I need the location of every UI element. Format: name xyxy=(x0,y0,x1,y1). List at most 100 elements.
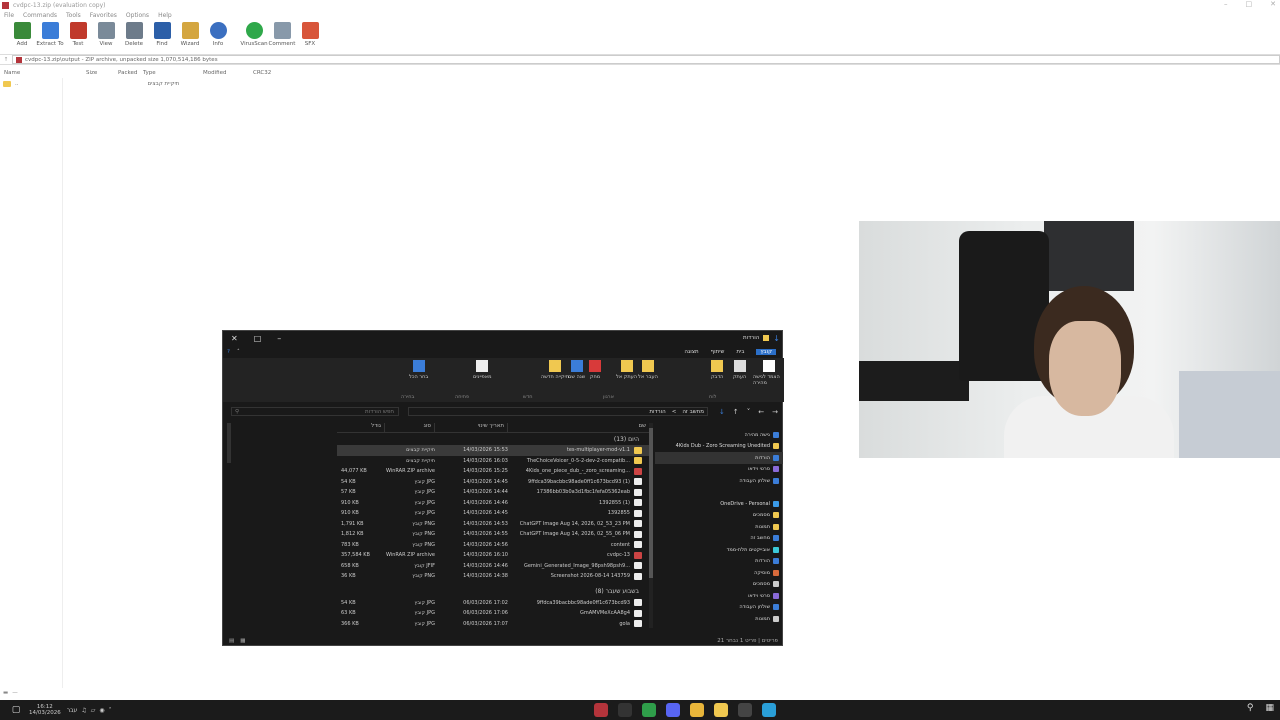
ribbon-button-newfolder[interactable]: תיקייה חדשה xyxy=(541,360,569,400)
discord-taskbar-icon[interactable] xyxy=(666,703,680,717)
archive-path-field[interactable]: cvdpc-13.zip\output - ZIP archive, unpac… xyxy=(12,55,1280,64)
breadcrumb-this-pc[interactable]: מחשב זה xyxy=(682,409,704,415)
tab-share[interactable]: שיתוף xyxy=(711,349,725,355)
list-item[interactable]: 658 KB קובץ JFIF 14/03/2026 14:46 Gemini_Ge… xyxy=(337,561,653,572)
list-item[interactable]: 910 KB קובץ JPG 14/03/2026 14:46 1392855 (1… xyxy=(337,498,653,509)
sfx-button[interactable]: SFX xyxy=(296,22,324,52)
details-view-icon[interactable]: ▤ xyxy=(229,638,234,644)
test-button[interactable]: Test xyxy=(64,22,92,52)
sidebar-item[interactable]: מחשב זה xyxy=(655,533,783,545)
address-path[interactable]: הורדות < מחשב זה xyxy=(408,407,708,416)
chrome-taskbar-icon[interactable] xyxy=(642,703,656,717)
ribbon-button-properties[interactable]: מאפיינים xyxy=(473,360,492,400)
left-pane-scrollbar[interactable] xyxy=(227,423,231,463)
show-desktop-icon[interactable]: ▢ xyxy=(9,703,23,717)
list-item[interactable]: תיקיית קבצים 14/03/2026 15:53 tes-multipla… xyxy=(337,445,653,456)
sidebar-item[interactable]: תמונות xyxy=(655,613,783,625)
sidebar-item[interactable]: גישה מהירה xyxy=(655,429,783,441)
network-icon[interactable]: ▱ xyxy=(91,707,96,714)
forward-arrow-icon[interactable]: ← xyxy=(758,408,764,416)
winrar-taskbar-icon[interactable] xyxy=(594,703,608,717)
col-crc32[interactable]: CRC32 xyxy=(253,70,293,76)
help-icon[interactable]: ? xyxy=(227,349,230,355)
col-size[interactable]: גודל xyxy=(337,423,385,432)
col-type[interactable]: סוג xyxy=(385,423,435,432)
comment-button[interactable]: Comment xyxy=(268,22,296,52)
ribbon-button-delete-x[interactable]: מחק xyxy=(589,360,601,400)
taskbar-clock[interactable]: 16:12 14/03/2026 xyxy=(29,704,61,716)
list-item[interactable]: 783 KB קובץ PNG 14/03/2026 14:56 content xyxy=(337,540,653,551)
minimize-icon[interactable]: – xyxy=(277,334,281,343)
volume-icon[interactable]: ♫ xyxy=(81,707,86,714)
start-windows-icon[interactable]: ▦ xyxy=(1265,703,1274,713)
sidebar-item[interactable]: OneDrive - Personal xyxy=(655,498,783,510)
list-item[interactable]: 36 KB קובץ PNG 14/03/2026 14:38 Screenshot … xyxy=(337,571,653,582)
sidebar-item[interactable]: 4Kids Dub - Zoro Screaming Unedited xyxy=(655,441,783,453)
list-item[interactable]: 57 KB קובץ JPG 14/03/2026 14:44 17386bb03b0… xyxy=(337,487,653,498)
sidebar-item[interactable]: הורדות xyxy=(655,452,783,464)
chevron-up-icon[interactable]: ˄ xyxy=(237,349,240,355)
extract-to-button[interactable]: Extract To xyxy=(36,22,64,52)
sidebar-item[interactable]: מסמכים xyxy=(655,510,783,522)
sidebar-item[interactable]: שולחן העבודה xyxy=(655,602,783,614)
obs-taskbar-icon[interactable] xyxy=(618,703,632,717)
sidebar-item[interactable]: הורדות xyxy=(655,556,783,568)
col-name[interactable]: Name xyxy=(0,70,86,76)
menu-commands[interactable]: Commands xyxy=(23,12,57,19)
chevron-down-icon[interactable]: ˅ xyxy=(747,408,751,416)
ribbon-button-selectall[interactable]: בחר הכל xyxy=(409,360,428,400)
language-indicator[interactable]: עבר xyxy=(67,707,78,714)
app-taskbar-icon[interactable] xyxy=(738,703,752,717)
view-button[interactable]: View xyxy=(92,22,120,52)
tab-file[interactable]: קובץ xyxy=(756,349,776,355)
list-group-header[interactable]: היום (13) xyxy=(337,433,653,445)
col-modified[interactable]: Modified xyxy=(203,70,253,76)
col-type[interactable]: Type xyxy=(143,70,203,76)
maximize-icon[interactable]: □ xyxy=(1246,0,1253,8)
ribbon-button-rename[interactable]: שנה שם xyxy=(568,360,585,400)
wizard-button[interactable]: Wizard xyxy=(176,22,204,52)
explorer-file-list[interactable]: היום (13) תיקיית קבצים 14/03/2026 15:53 tes… xyxy=(337,433,653,633)
breadcrumb-downloads[interactable]: הורדות xyxy=(649,409,665,415)
list-item[interactable]: 357,584 KB WinRAR ZIP archive 14/03/2026 1… xyxy=(337,550,653,561)
up-folder-icon[interactable]: ↑ xyxy=(0,57,12,63)
ribbon-button-paste[interactable]: הדבק xyxy=(711,360,723,400)
col-packed[interactable]: Packed xyxy=(118,70,143,76)
menu-help[interactable]: Help xyxy=(158,12,172,19)
back-arrow-icon[interactable]: → xyxy=(772,408,778,416)
edge-taskbar-icon[interactable] xyxy=(762,703,776,717)
sidebar-item[interactable]: שולחן העבודה xyxy=(655,475,783,487)
list-group-header[interactable]: בשבוע שעבר (8) xyxy=(337,586,653,598)
navigation-pane[interactable]: גישה מהירה 4Kids Dub - Zoro Screaming Une… xyxy=(655,429,783,639)
menu-tools[interactable]: Tools xyxy=(66,12,81,19)
col-name[interactable]: שם xyxy=(508,423,649,432)
sidebar-item[interactable]: מוסיקה xyxy=(655,567,783,579)
list-item[interactable]: 44,077 KB WinRAR ZIP archive 14/03/2026 15… xyxy=(337,466,653,477)
ribbon-button-copy[interactable]: העתק xyxy=(733,360,746,400)
list-item[interactable]: 1,812 KB קובץ PNG 14/03/2026 14:55 ChatGPT … xyxy=(337,529,653,540)
menu-favorites[interactable]: Favorites xyxy=(90,12,117,19)
virusscan-button[interactable]: VirusScan xyxy=(240,22,268,52)
close-icon[interactable]: ✕ xyxy=(1270,0,1276,8)
menu-options[interactable]: Options xyxy=(126,12,149,19)
tray-app-icon[interactable]: ◉ xyxy=(99,707,104,714)
up-arrow-icon[interactable]: ↑ xyxy=(733,408,739,416)
list-item[interactable]: 1,791 KB קובץ PNG 14/03/2026 14:53 ChatGPT … xyxy=(337,519,653,530)
col-date-modified[interactable]: תאריך שינוי xyxy=(435,423,508,432)
list-item[interactable]: תיקיית קבצים 14/03/2026 16:03 TheChoiceVoi… xyxy=(337,456,653,467)
menu-file[interactable]: File xyxy=(4,12,14,19)
ribbon-button-pin[interactable]: הצמד לגישה מהירה xyxy=(753,360,784,400)
tab-view[interactable]: תצוגה xyxy=(684,349,698,355)
sidebar-item[interactable]: תמונות xyxy=(655,521,783,533)
table-row[interactable]: .. תיקיית קבצים xyxy=(3,81,179,87)
list-item[interactable]: 366 KB קובץ JPG 06/03/2026 17:07 gola xyxy=(337,619,653,630)
large-icons-view-icon[interactable]: ▦ xyxy=(240,638,245,644)
list-item[interactable]: 910 KB קובץ JPG 14/03/2026 14:45 1392855 xyxy=(337,508,653,519)
search-icon[interactable]: ⚲ xyxy=(1247,703,1254,713)
scrollbar-thumb[interactable] xyxy=(649,428,653,578)
close-icon[interactable]: ✕ xyxy=(231,334,238,343)
search-input[interactable]: ⚲ חפש הורדות xyxy=(231,407,399,416)
ribbon-button-copyto[interactable]: העתק אל xyxy=(616,360,637,400)
file-list-scrollbar[interactable] xyxy=(649,423,653,628)
chrome-alt-taskbar-icon[interactable] xyxy=(690,703,704,717)
